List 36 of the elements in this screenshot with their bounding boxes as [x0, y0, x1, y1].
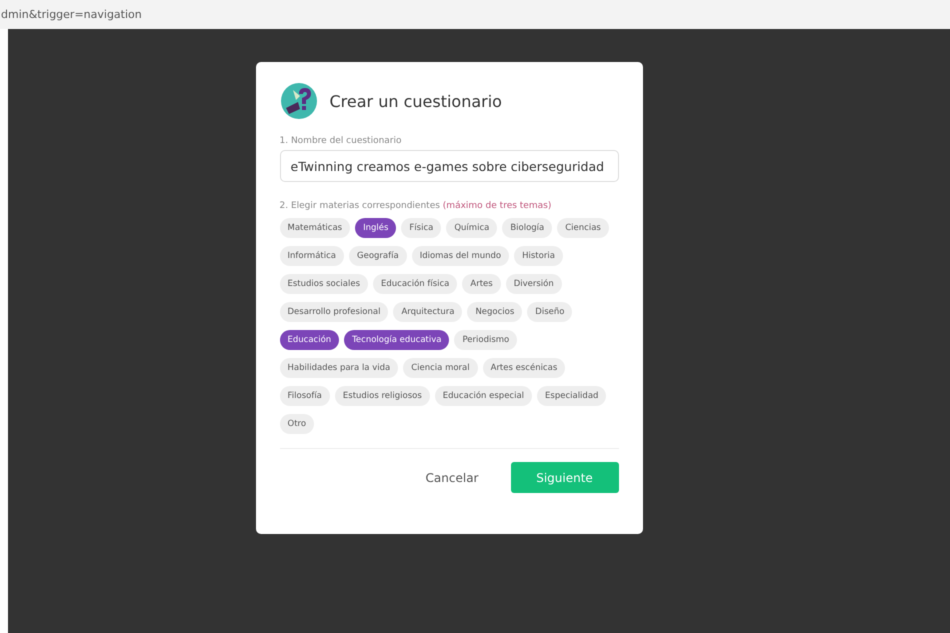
field-label: 2. Elegir materias correspondientes (máximo de tres temas)	[280, 201, 552, 211]
subject-chip[interactable]: Habilidades para la vida	[280, 358, 398, 378]
subject-chip[interactable]: Idiomas del mundo	[412, 246, 510, 266]
subject-chip[interactable]: Negocios	[467, 302, 522, 322]
quiz-name-field[interactable]: eTwinning creamos e-games sobre ciberseguridad	[280, 150, 618, 182]
subject-chip[interactable]: Estudios sociales	[280, 274, 368, 294]
subject-chip[interactable]: Otro	[280, 414, 314, 434]
subject-chip[interactable]: Diversión	[506, 274, 562, 294]
subject-chip[interactable]: Periodismo	[454, 330, 518, 350]
subject-chip[interactable]: Ciencias	[557, 218, 609, 238]
subject-chip[interactable]: Tecnología educativa	[344, 330, 450, 350]
subject-chip[interactable]: Inglés	[355, 218, 396, 238]
quiz-logo-icon	[280, 82, 318, 120]
subject-chip[interactable]: Educación especial	[434, 386, 532, 406]
subject-chip[interactable]: Química	[446, 218, 498, 238]
subject-chip[interactable]: Estudios religiosos	[334, 386, 430, 406]
subject-chip[interactable]: Historia	[514, 246, 563, 266]
subject-chip[interactable]: Ciencia moral	[403, 358, 478, 378]
subject-chip[interactable]: Informática	[280, 246, 344, 266]
address-url: dmin&trigger=navigation	[0, 8, 142, 21]
subject-chip[interactable]: Matemáticas	[280, 218, 350, 238]
cancel-button[interactable]: Cancelar	[420, 470, 484, 486]
subject-chip[interactable]: Biología	[502, 218, 552, 238]
subject-chip[interactable]: Especialidad	[537, 386, 606, 406]
subject-chip[interactable]: Educación física	[373, 274, 458, 294]
subject-chip[interactable]: Filosofía	[280, 386, 330, 406]
subject-chip[interactable]: Desarrollo profesional	[280, 302, 388, 322]
subject-chip[interactable]: Diseño	[527, 302, 572, 322]
subject-chip[interactable]: Geografía	[349, 246, 407, 266]
subject-chip[interactable]: Artes escénicas	[482, 358, 566, 378]
subject-chip[interactable]: Física	[401, 218, 442, 238]
subject-chip[interactable]: Educación	[280, 330, 340, 350]
dialog-title: Crear un cuestionario	[330, 92, 502, 110]
field-label: 1. Nombre del cuestionario	[280, 136, 403, 146]
subject-chip[interactable]: Artes	[462, 274, 501, 294]
subject-chip[interactable]: Arquitectura	[393, 302, 462, 322]
